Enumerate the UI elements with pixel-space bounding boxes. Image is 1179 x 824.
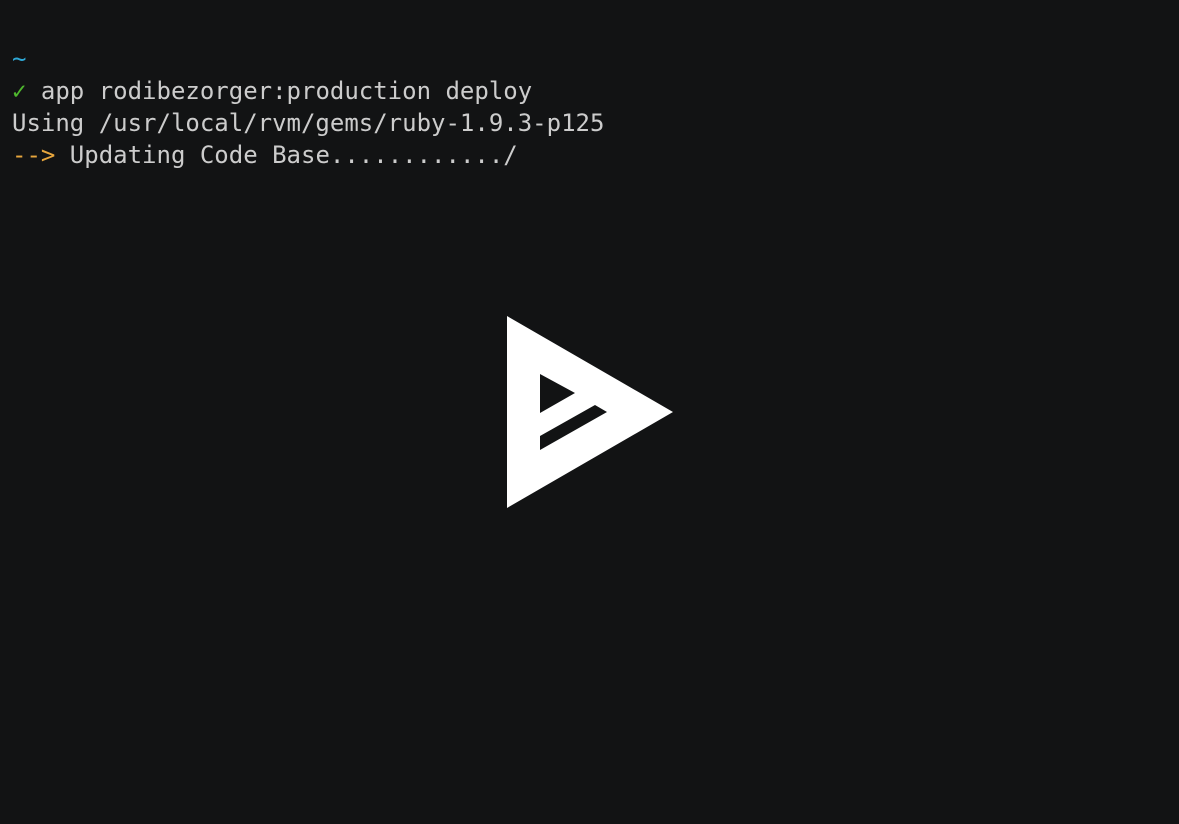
progress-arrow: --> [12, 141, 56, 169]
terminal-line-progress: --> Updating Code Base............/ [12, 139, 604, 171]
terminal-line-command: ✓ app rodibezorger:production deploy [12, 75, 604, 107]
asciinema-play-icon [507, 316, 673, 508]
terminal-line-using: Using /usr/local/rvm/gems/ruby-1.9.3-p12… [12, 107, 604, 139]
terminal-screen: ~ ✓ app rodibezorger:production deploy U… [0, 0, 1179, 824]
terminal-output: ~ ✓ app rodibezorger:production deploy U… [12, 43, 604, 171]
terminal-line-prompt: ~ [12, 43, 604, 75]
success-check-icon: ✓ [12, 77, 27, 105]
prompt-tilde: ~ [12, 45, 27, 73]
play-button[interactable] [506, 315, 674, 509]
progress-text: Updating Code Base............/ [55, 141, 518, 169]
command-text: app rodibezorger:production deploy [26, 77, 533, 105]
using-text: Using /usr/local/rvm/gems/ruby-1.9.3-p12… [12, 109, 605, 137]
